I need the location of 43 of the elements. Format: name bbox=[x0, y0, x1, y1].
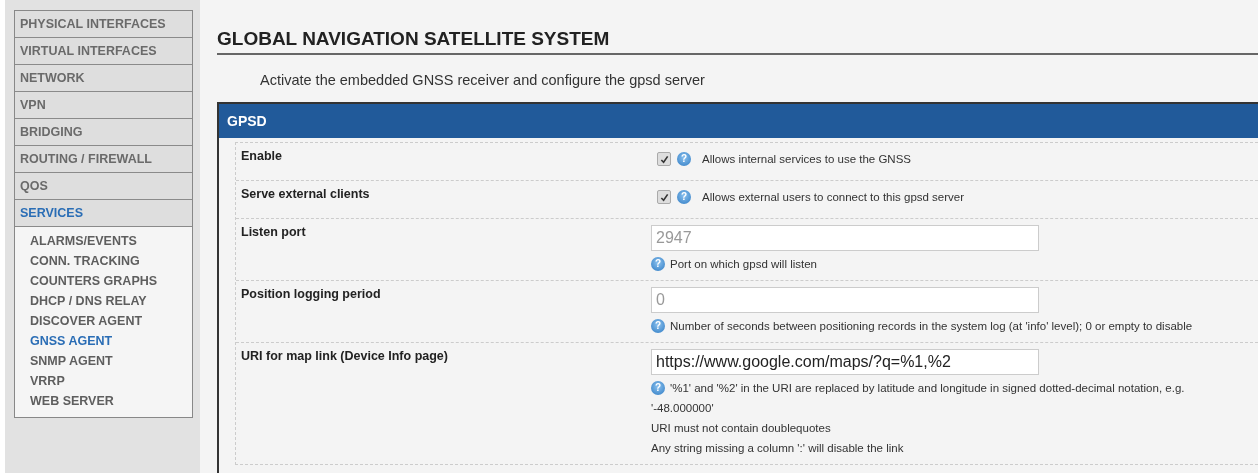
field-label: Enable bbox=[240, 149, 283, 165]
help-text: '%1' and '%2' in the URI are replaced by latitude and longitude in signed dotted-decimal notation, e.g. bbox=[670, 381, 1185, 396]
help-text: Port on which gpsd will listen bbox=[670, 257, 817, 272]
help-note: Any string missing a column ':' will disable the link bbox=[651, 441, 905, 456]
checkbox[interactable] bbox=[657, 152, 671, 166]
submenu-item[interactable]: DISCOVER AGENT bbox=[30, 311, 192, 331]
field-label: Position logging period bbox=[240, 287, 382, 303]
checkbox[interactable] bbox=[657, 190, 671, 204]
menu-item[interactable]: SERVICES bbox=[15, 200, 192, 227]
help-icon[interactable]: ? bbox=[651, 319, 665, 333]
input-field[interactable]: https://www.google.com/maps/?q=%1,%2 bbox=[651, 349, 1039, 375]
menu-item[interactable]: ROUTING / FIREWALL bbox=[15, 146, 192, 173]
submenu-item[interactable]: DHCP / DNS RELAY bbox=[30, 291, 192, 311]
submenu-item[interactable]: GNSS AGENT bbox=[30, 331, 192, 351]
submenu-item[interactable]: WEB SERVER bbox=[30, 391, 192, 411]
menu-item[interactable]: QOS bbox=[15, 173, 192, 200]
help-icon[interactable]: ? bbox=[677, 190, 691, 204]
field-label: URI for map link (Device Info page) bbox=[240, 349, 449, 365]
menu-item[interactable]: NETWORK bbox=[15, 65, 192, 92]
menu-item[interactable]: VPN bbox=[15, 92, 192, 119]
help-icon[interactable]: ? bbox=[651, 257, 665, 271]
menu-item[interactable]: VIRTUAL INTERFACES bbox=[15, 38, 192, 65]
input-field[interactable]: 2947 bbox=[651, 225, 1039, 251]
submenu-item[interactable]: CONN. TRACKING bbox=[30, 251, 192, 271]
help-text: Allows external users to connect to this gpsd server bbox=[702, 191, 965, 203]
menu-item[interactable]: PHYSICAL INTERFACES bbox=[15, 11, 192, 38]
submenu-item[interactable]: COUNTERS GRAPHS bbox=[30, 271, 192, 291]
help-note: URI must not contain doublequotes bbox=[651, 421, 832, 436]
field-label: Listen port bbox=[240, 225, 307, 241]
panel-header: GPSD bbox=[219, 104, 1258, 138]
help-text: Allows internal services to use the GNSS bbox=[702, 153, 911, 165]
help-icon[interactable]: ? bbox=[651, 381, 665, 395]
page-title: GLOBAL NAVIGATION SATELLITE SYSTEM bbox=[217, 28, 1258, 55]
menu-item[interactable]: BRIDGING bbox=[15, 119, 192, 146]
input-field[interactable]: 0 bbox=[651, 287, 1039, 313]
help-note: '-48.000000' bbox=[651, 401, 715, 416]
submenu-item[interactable]: SNMP AGENT bbox=[30, 351, 192, 371]
help-icon[interactable]: ? bbox=[677, 152, 691, 166]
help-text: Number of seconds between positioning records in the system log (at 'info' level); 0 or empty to disable bbox=[670, 319, 1193, 334]
field-label: Serve external clients bbox=[240, 187, 371, 203]
page-description: Activate the embedded GNSS receiver and configure the gpsd server bbox=[260, 72, 706, 88]
submenu-item[interactable]: VRRP bbox=[30, 371, 192, 391]
submenu-item[interactable]: ALARMS/EVENTS bbox=[30, 231, 192, 251]
